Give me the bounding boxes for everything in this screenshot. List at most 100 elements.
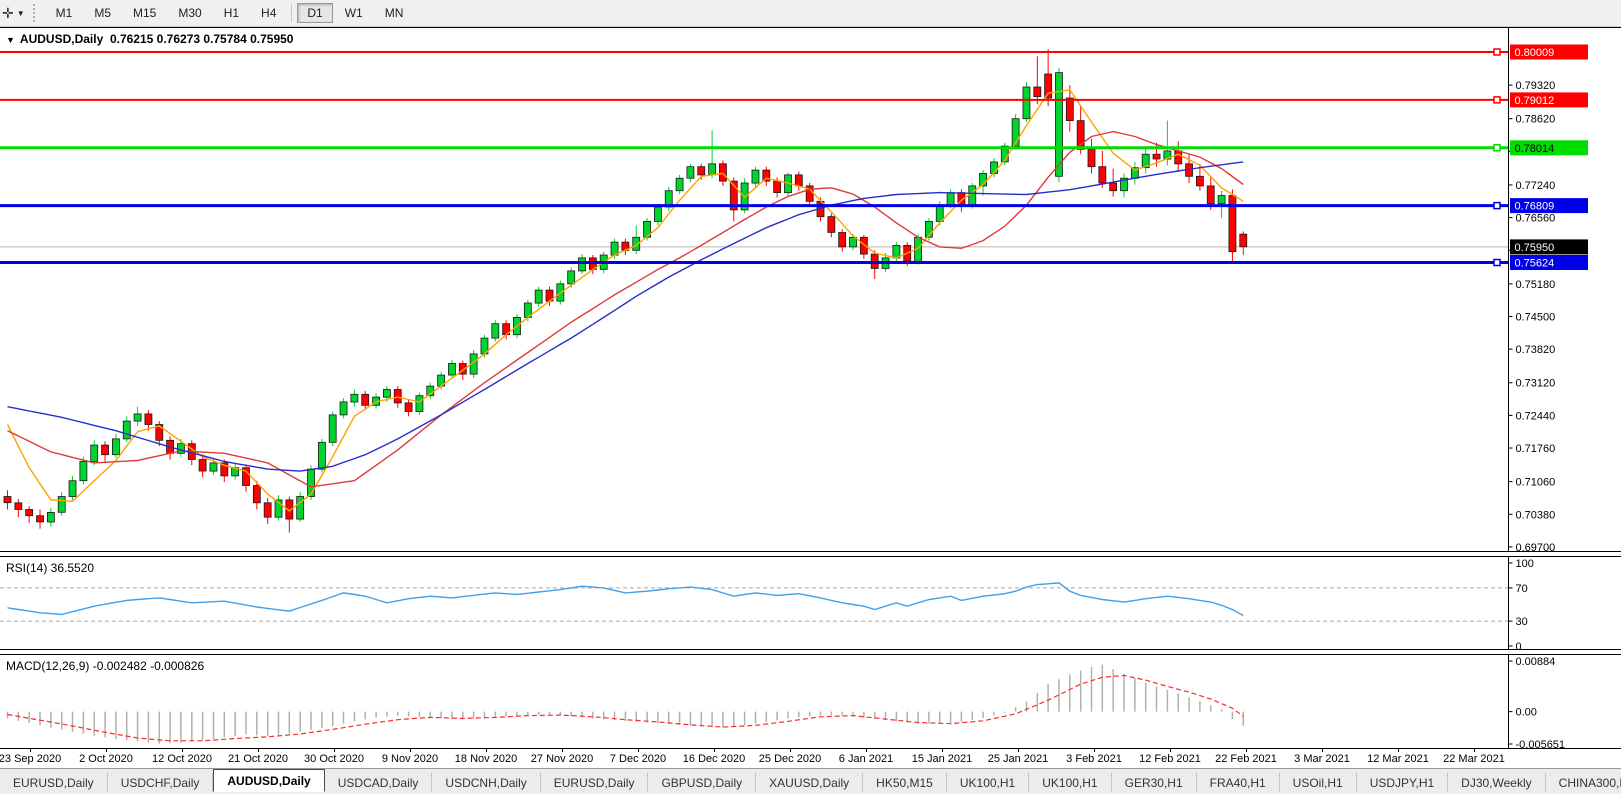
cursor-tool-button[interactable]: ✛ ▼ <box>0 0 29 26</box>
date-tick-mark <box>866 749 867 752</box>
chart-tab-HK50-M15[interactable]: HK50,M15 <box>863 773 947 792</box>
chart-tab-AUDUSD-Daily[interactable]: AUDUSD,Daily <box>213 769 325 792</box>
svg-text:0.69700: 0.69700 <box>1516 542 1556 551</box>
chart-tab-USDCNH-Daily[interactable]: USDCNH,Daily <box>432 773 541 792</box>
chevron-down-icon[interactable]: ▼ <box>17 9 25 18</box>
collapse-triangle-icon[interactable]: ▼ <box>6 35 15 45</box>
date-tick-mark <box>258 749 259 752</box>
top-toolbar: ✛ ▼ M1 M5 M15 M30 H1 H4 D1 W1 MN <box>0 0 1621 27</box>
date-tick-label: 25 Jan 2021 <box>987 753 1049 765</box>
timeframe-button-H1[interactable]: H1 <box>214 3 249 23</box>
date-tick-label: 15 Jan 2021 <box>911 753 973 765</box>
date-tick-mark <box>182 749 183 752</box>
chart-tab-USDCAD-Daily[interactable]: USDCAD,Daily <box>325 773 433 792</box>
svg-text:0.76560: 0.76560 <box>1516 213 1556 225</box>
chart-ohlc-values: 0.76215 0.76273 0.75784 0.75950 <box>109 32 294 46</box>
svg-text:0.71060: 0.71060 <box>1516 477 1556 489</box>
date-tick-mark <box>1018 749 1019 752</box>
date-tick-label: 22 Feb 2021 <box>1215 753 1277 765</box>
date-tick-label: 9 Nov 2020 <box>381 753 439 765</box>
timeframe-button-M1[interactable]: M1 <box>46 3 83 23</box>
date-tick-label: 7 Dec 2020 <box>609 753 667 765</box>
date-tick-label: 12 Oct 2020 <box>152 753 212 765</box>
date-tick-label: 12 Mar 2021 <box>1367 753 1429 765</box>
chart-tab-bar: EURUSD,Daily USDCHF,Daily AUDUSD,Daily USDC… <box>0 768 1621 792</box>
svg-text:0.78014: 0.78014 <box>1515 143 1555 155</box>
date-tick-mark <box>1246 749 1247 752</box>
rsi-indicator-pane[interactable]: 100 70 30 0 RSI(14) 36.5520 <box>0 557 1621 649</box>
timeframe-button-W1[interactable]: W1 <box>335 3 373 23</box>
macd-indicator-pane[interactable]: 0.00884 0.00 -0.005651 MACD(12,26,9) -0.00… <box>0 655 1621 748</box>
chart-tab-UK100-H1[interactable]: UK100,H1 <box>1029 773 1112 792</box>
timeframe-button-D1[interactable]: D1 <box>297 3 333 23</box>
chart-tab-GER30-H1[interactable]: GER30,H1 <box>1112 773 1197 792</box>
svg-text:30: 30 <box>1516 616 1528 628</box>
chart-tab-CHINA300-H1[interactable]: CHINA300,H1 <box>1546 773 1621 792</box>
rsi-chart[interactable]: 100 70 30 0 <box>0 557 1621 649</box>
chart-tab-USOil-H1[interactable]: USOil,H1 <box>1280 773 1357 792</box>
chart-symbol-label: AUDUSD,Daily <box>19 32 104 46</box>
svg-text:0.78620: 0.78620 <box>1516 114 1556 126</box>
svg-text:0.80009: 0.80009 <box>1515 47 1555 59</box>
chart-tab-FRA40-H1[interactable]: FRA40,H1 <box>1197 773 1280 792</box>
svg-text:0.00884: 0.00884 <box>1516 656 1556 668</box>
date-tick-label: 23 Sep 2020 <box>0 753 62 765</box>
rsi-label: RSI(14) 36.5520 <box>6 561 95 575</box>
timeframe-button-M15[interactable]: M15 <box>123 3 166 23</box>
timeframe-button-group: M1 M5 M15 M30 H1 H4 D1 W1 MN <box>45 0 415 26</box>
svg-text:0.75180: 0.75180 <box>1516 279 1556 291</box>
svg-text:0.75624: 0.75624 <box>1515 258 1555 270</box>
chart-title: ▼ AUDUSD,Daily 0.76215 0.76273 0.75784 0.… <box>6 32 293 46</box>
date-tick-mark <box>638 749 639 752</box>
date-tick-mark <box>942 749 943 752</box>
svg-text:0.70380: 0.70380 <box>1516 509 1556 521</box>
date-tick-label: 2 Oct 2020 <box>79 753 133 765</box>
svg-text:0: 0 <box>1516 641 1522 649</box>
chart-tab-EURUSD-Daily[interactable]: EURUSD,Daily <box>0 773 108 792</box>
toolbar-grip-handle[interactable] <box>32 4 39 22</box>
chart-tab-XAUUSD-Daily[interactable]: XAUUSD,Daily <box>756 773 864 792</box>
chart-window: 0.793200.786200.779400.772400.765600.758… <box>0 27 1621 768</box>
date-tick-label: 16 Dec 2020 <box>682 753 746 765</box>
timeframe-button-M30[interactable]: M30 <box>168 3 211 23</box>
date-tick-label: 12 Feb 2021 <box>1139 753 1201 765</box>
date-tick-label: 3 Mar 2021 <box>1294 753 1350 765</box>
chart-tab-USDCHF-Daily[interactable]: USDCHF,Daily <box>108 773 214 792</box>
svg-text:0.75950: 0.75950 <box>1515 242 1555 254</box>
date-tick-mark <box>562 749 563 752</box>
svg-text:0.79012: 0.79012 <box>1515 95 1555 107</box>
main-chart-pane[interactable]: 0.793200.786200.779400.772400.765600.758… <box>0 28 1621 551</box>
chart-tab-EURUSD-Daily[interactable]: EURUSD,Daily <box>541 773 649 792</box>
svg-text:0.79320: 0.79320 <box>1516 80 1556 92</box>
date-tick-mark <box>1474 749 1475 752</box>
macd-chart[interactable]: 0.00884 0.00 -0.005651 <box>0 655 1621 748</box>
crosshair-icon: ✛ <box>2 5 14 21</box>
chart-tabs: EURUSD,Daily USDCHF,Daily AUDUSD,Daily USDC… <box>0 769 1621 792</box>
candlestick-chart[interactable]: 0.793200.786200.779400.772400.765600.758… <box>0 28 1621 551</box>
date-tick-mark <box>106 749 107 752</box>
svg-text:0.73820: 0.73820 <box>1516 344 1556 356</box>
svg-text:0.76809: 0.76809 <box>1515 201 1555 213</box>
date-tick-mark <box>1398 749 1399 752</box>
date-tick-mark <box>1094 749 1095 752</box>
chart-tab-DJ30-Weekly[interactable]: DJ30,Weekly <box>1448 773 1546 792</box>
date-tick-label: 18 Nov 2020 <box>454 753 518 765</box>
chart-tab-GBPUSD-Daily[interactable]: GBPUSD,Daily <box>648 773 757 792</box>
svg-text:-0.005651: -0.005651 <box>1516 739 1566 748</box>
date-tick-label: 6 Jan 2021 <box>838 753 894 765</box>
chart-tab-USDJPY-H1[interactable]: USDJPY,H1 <box>1357 773 1449 792</box>
timeframe-button-H4[interactable]: H4 <box>251 3 286 23</box>
svg-text:0.00: 0.00 <box>1516 707 1537 719</box>
date-tick-mark <box>334 749 335 752</box>
timeframe-button-MN[interactable]: MN <box>375 3 414 23</box>
chart-tab-UK100-H1[interactable]: UK100,H1 <box>947 773 1030 792</box>
date-tick-label: 30 Oct 2020 <box>304 753 364 765</box>
date-tick-label: 21 Oct 2020 <box>228 753 288 765</box>
date-axis[interactable]: 23 Sep 2020 2 Oct 2020 12 Oct 2020 21 Oct 2… <box>0 748 1621 768</box>
date-tick-label: 3 Feb 2021 <box>1066 753 1122 765</box>
date-tick-mark <box>790 749 791 752</box>
svg-text:0.74500: 0.74500 <box>1516 312 1556 324</box>
toolbar-divider <box>291 4 293 22</box>
timeframe-button-M5[interactable]: M5 <box>84 3 121 23</box>
svg-text:0.72440: 0.72440 <box>1516 410 1556 422</box>
